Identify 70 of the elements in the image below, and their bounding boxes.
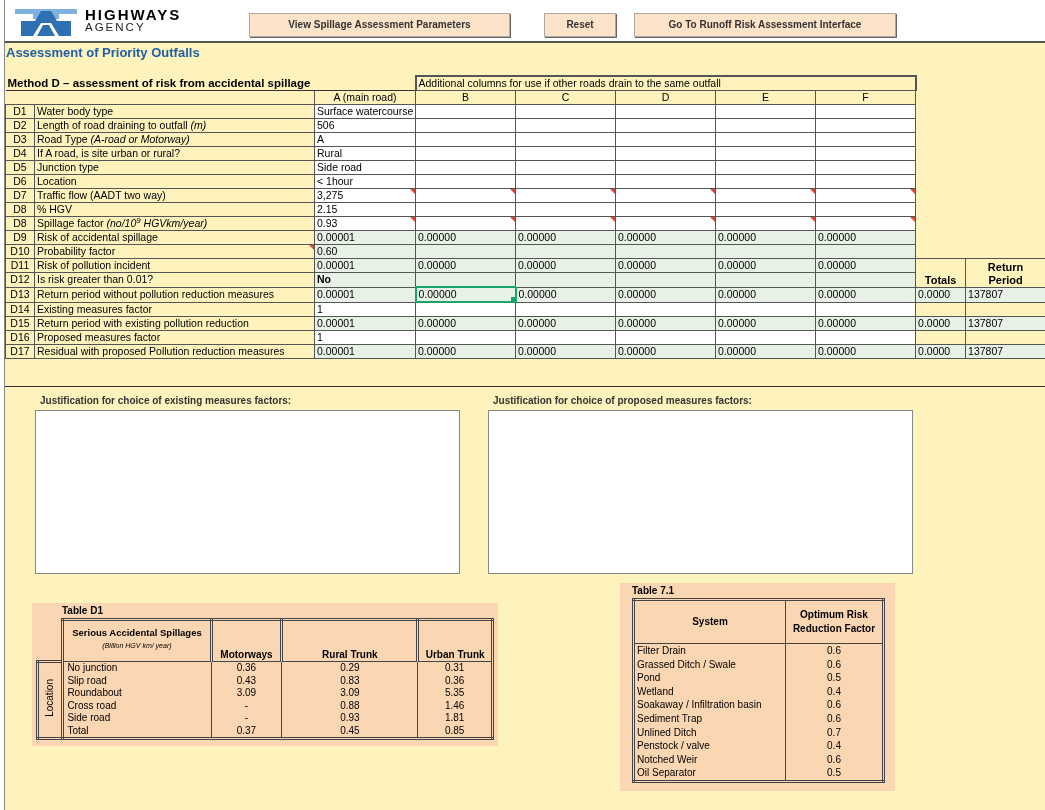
table-cell: 0.45 — [281, 724, 418, 739]
table-cell: Notched Weir — [633, 752, 786, 767]
table-cell: 0.5 — [785, 766, 884, 782]
table-cell: Total — [62, 724, 211, 739]
page-title: Assessment of Priority Outfalls — [5, 44, 201, 61]
table-cell: 0.37 — [211, 724, 282, 739]
table-cell[interactable]: 0.00000 — [415, 287, 516, 302]
table-cell: 0.36 — [417, 674, 493, 687]
table-cell: 3.09 — [281, 687, 418, 700]
toolbar-button[interactable]: Go To Runoff Risk Assessment Interface — [634, 12, 896, 37]
table-cell: Soakaway / Infiltration basin — [633, 698, 786, 712]
column-header: System — [633, 599, 786, 644]
table-cell: Penstock / valve — [633, 739, 786, 753]
column-header: Rural Trunk — [281, 619, 418, 662]
justification-field[interactable] — [35, 410, 460, 574]
table-cell: Grassed Ditch / Swale — [633, 657, 786, 672]
column-header: Totals — [915, 258, 966, 287]
table-cell: 0.83 — [281, 674, 418, 687]
table-cell: No junction — [62, 661, 211, 675]
table-cell: 0.85 — [417, 724, 493, 739]
table-cell: Unlined Ditch — [633, 725, 786, 740]
field-label: Justification for choice of proposed measures factors: — [492, 395, 753, 408]
table-cell: Filter Drain — [633, 643, 786, 658]
table-cell: 0.6 — [785, 643, 884, 658]
table-cell: Slip road — [62, 674, 211, 687]
table-cell: 0.43 — [211, 674, 282, 687]
table-cell: 1.46 — [417, 699, 493, 712]
table-cell: 0.4 — [785, 684, 884, 699]
table-cell: - — [211, 712, 282, 725]
table-title: Table 7.1 — [632, 585, 676, 598]
row-code: D1 — [5, 104, 35, 119]
column-header: Motorways — [211, 619, 282, 662]
table-cell: 0.5 — [785, 671, 884, 685]
table-cell: 0.93 — [281, 712, 418, 725]
justification-field[interactable] — [488, 410, 913, 574]
table-title: Table D1 — [61, 605, 104, 618]
table-cell: 0.6 — [785, 698, 884, 712]
table-cell: Pond — [633, 671, 786, 685]
table-cell: 0.6 — [785, 752, 884, 767]
table-cell: 3.09 — [211, 687, 282, 700]
brand-name: HIGHWAYS — [85, 7, 182, 23]
table-cell: 0.31 — [417, 661, 493, 675]
group-heading: Additional columns for use if other roads drain to the same outfall — [415, 76, 916, 91]
table-cell: 0.6 — [785, 657, 884, 672]
table-cell: 0.6 — [785, 711, 884, 726]
section-heading: Method D – assessment of risk from accidental spillage — [5, 76, 416, 91]
column-header: Return Period — [965, 258, 1045, 287]
table-cell: 0.29 — [281, 661, 418, 675]
table-cell: 0.4 — [785, 739, 884, 753]
table-cell: Roundabout — [62, 687, 211, 700]
table-cell: Sediment Trap — [633, 711, 786, 726]
row-label: Water body type — [34, 104, 315, 119]
brand-subtitle: AGENCY — [85, 22, 147, 34]
table-cell: Oil Separator — [633, 766, 786, 782]
table-cell: Wetland — [633, 684, 786, 699]
table-cell: 1.81 — [417, 712, 493, 725]
side-label: Location — [43, 679, 56, 718]
toolbar-button[interactable]: View Spillage Assessment Parameters — [249, 12, 510, 37]
field-label: Justification for choice of existing measures factors: — [39, 395, 293, 408]
table-cell: Side road — [62, 712, 211, 725]
table-cell: 5.35 — [417, 687, 493, 700]
column-header: Optimum Risk Reduction Factor — [785, 599, 884, 644]
header-title: Serious Accidental Spillages — [71, 627, 203, 640]
table-cell: - — [211, 699, 282, 712]
table-cell: 0.7 — [785, 725, 884, 740]
toolbar-button[interactable]: Reset — [544, 12, 616, 37]
table-cell: 0.36 — [211, 661, 282, 675]
table-cell: 0.88 — [281, 699, 418, 712]
column-header: Urban Trunk — [417, 619, 493, 662]
table-cell: Cross road — [62, 699, 211, 712]
